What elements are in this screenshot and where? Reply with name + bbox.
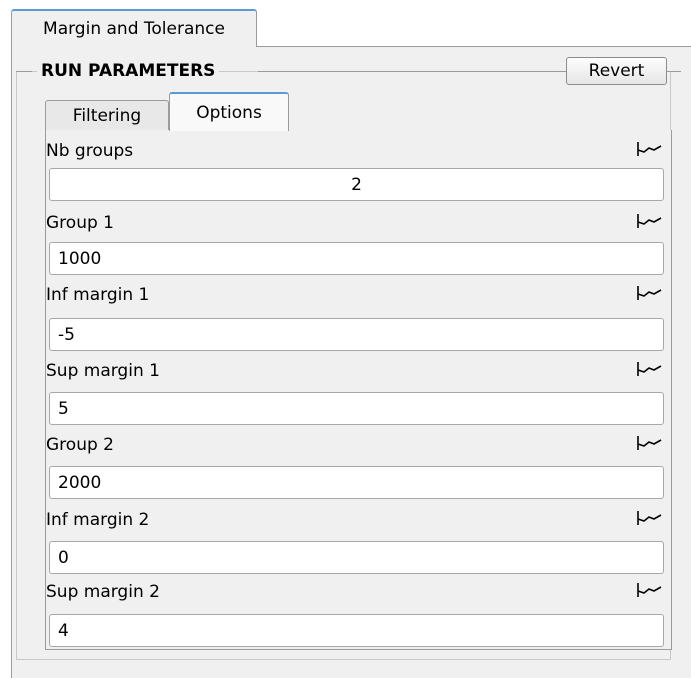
revert-button[interactable]: Revert [566, 57, 667, 85]
curve-icon[interactable] [635, 434, 663, 452]
group-2-label: Group 2 [46, 435, 114, 455]
tab-label: Margin and Tolerance [43, 19, 225, 39]
curve-icon[interactable] [635, 581, 663, 599]
tab-filtering[interactable]: Filtering [45, 100, 169, 130]
sup-margin-2-input[interactable] [49, 614, 664, 647]
group-rule [16, 71, 32, 72]
curve-icon[interactable] [635, 140, 663, 158]
sup-margin-2-label: Sup margin 2 [46, 582, 160, 602]
curve-icon[interactable] [635, 360, 663, 378]
group-rule [258, 71, 566, 72]
curve-icon[interactable] [635, 284, 663, 302]
inf-margin-1-label: Inf margin 1 [46, 285, 150, 305]
group-2-input[interactable] [49, 466, 664, 499]
tab-label: Filtering [72, 105, 142, 126]
sup-margin-1-label: Sup margin 1 [46, 361, 160, 381]
nb-groups-label: Nb groups [46, 141, 134, 161]
sup-margin-1-input[interactable] [49, 392, 664, 425]
curve-icon[interactable] [635, 509, 663, 527]
group-rule [667, 71, 681, 72]
inf-margin-1-input[interactable] [49, 318, 664, 351]
group-1-input[interactable] [49, 242, 664, 275]
inf-margin-2-input[interactable] [49, 541, 664, 574]
tab-margin-and-tolerance[interactable]: Margin and Tolerance [11, 9, 257, 47]
curve-icon[interactable] [635, 212, 663, 230]
group-1-label: Group 1 [46, 213, 114, 233]
tab-label: Options [196, 102, 262, 123]
inf-margin-2-label: Inf margin 2 [46, 510, 150, 530]
tab-options[interactable]: Options [169, 92, 289, 131]
group-title: RUN PARAMETERS [37, 59, 220, 83]
tab-strip-line [257, 46, 691, 47]
nb-groups-input[interactable] [49, 168, 664, 201]
